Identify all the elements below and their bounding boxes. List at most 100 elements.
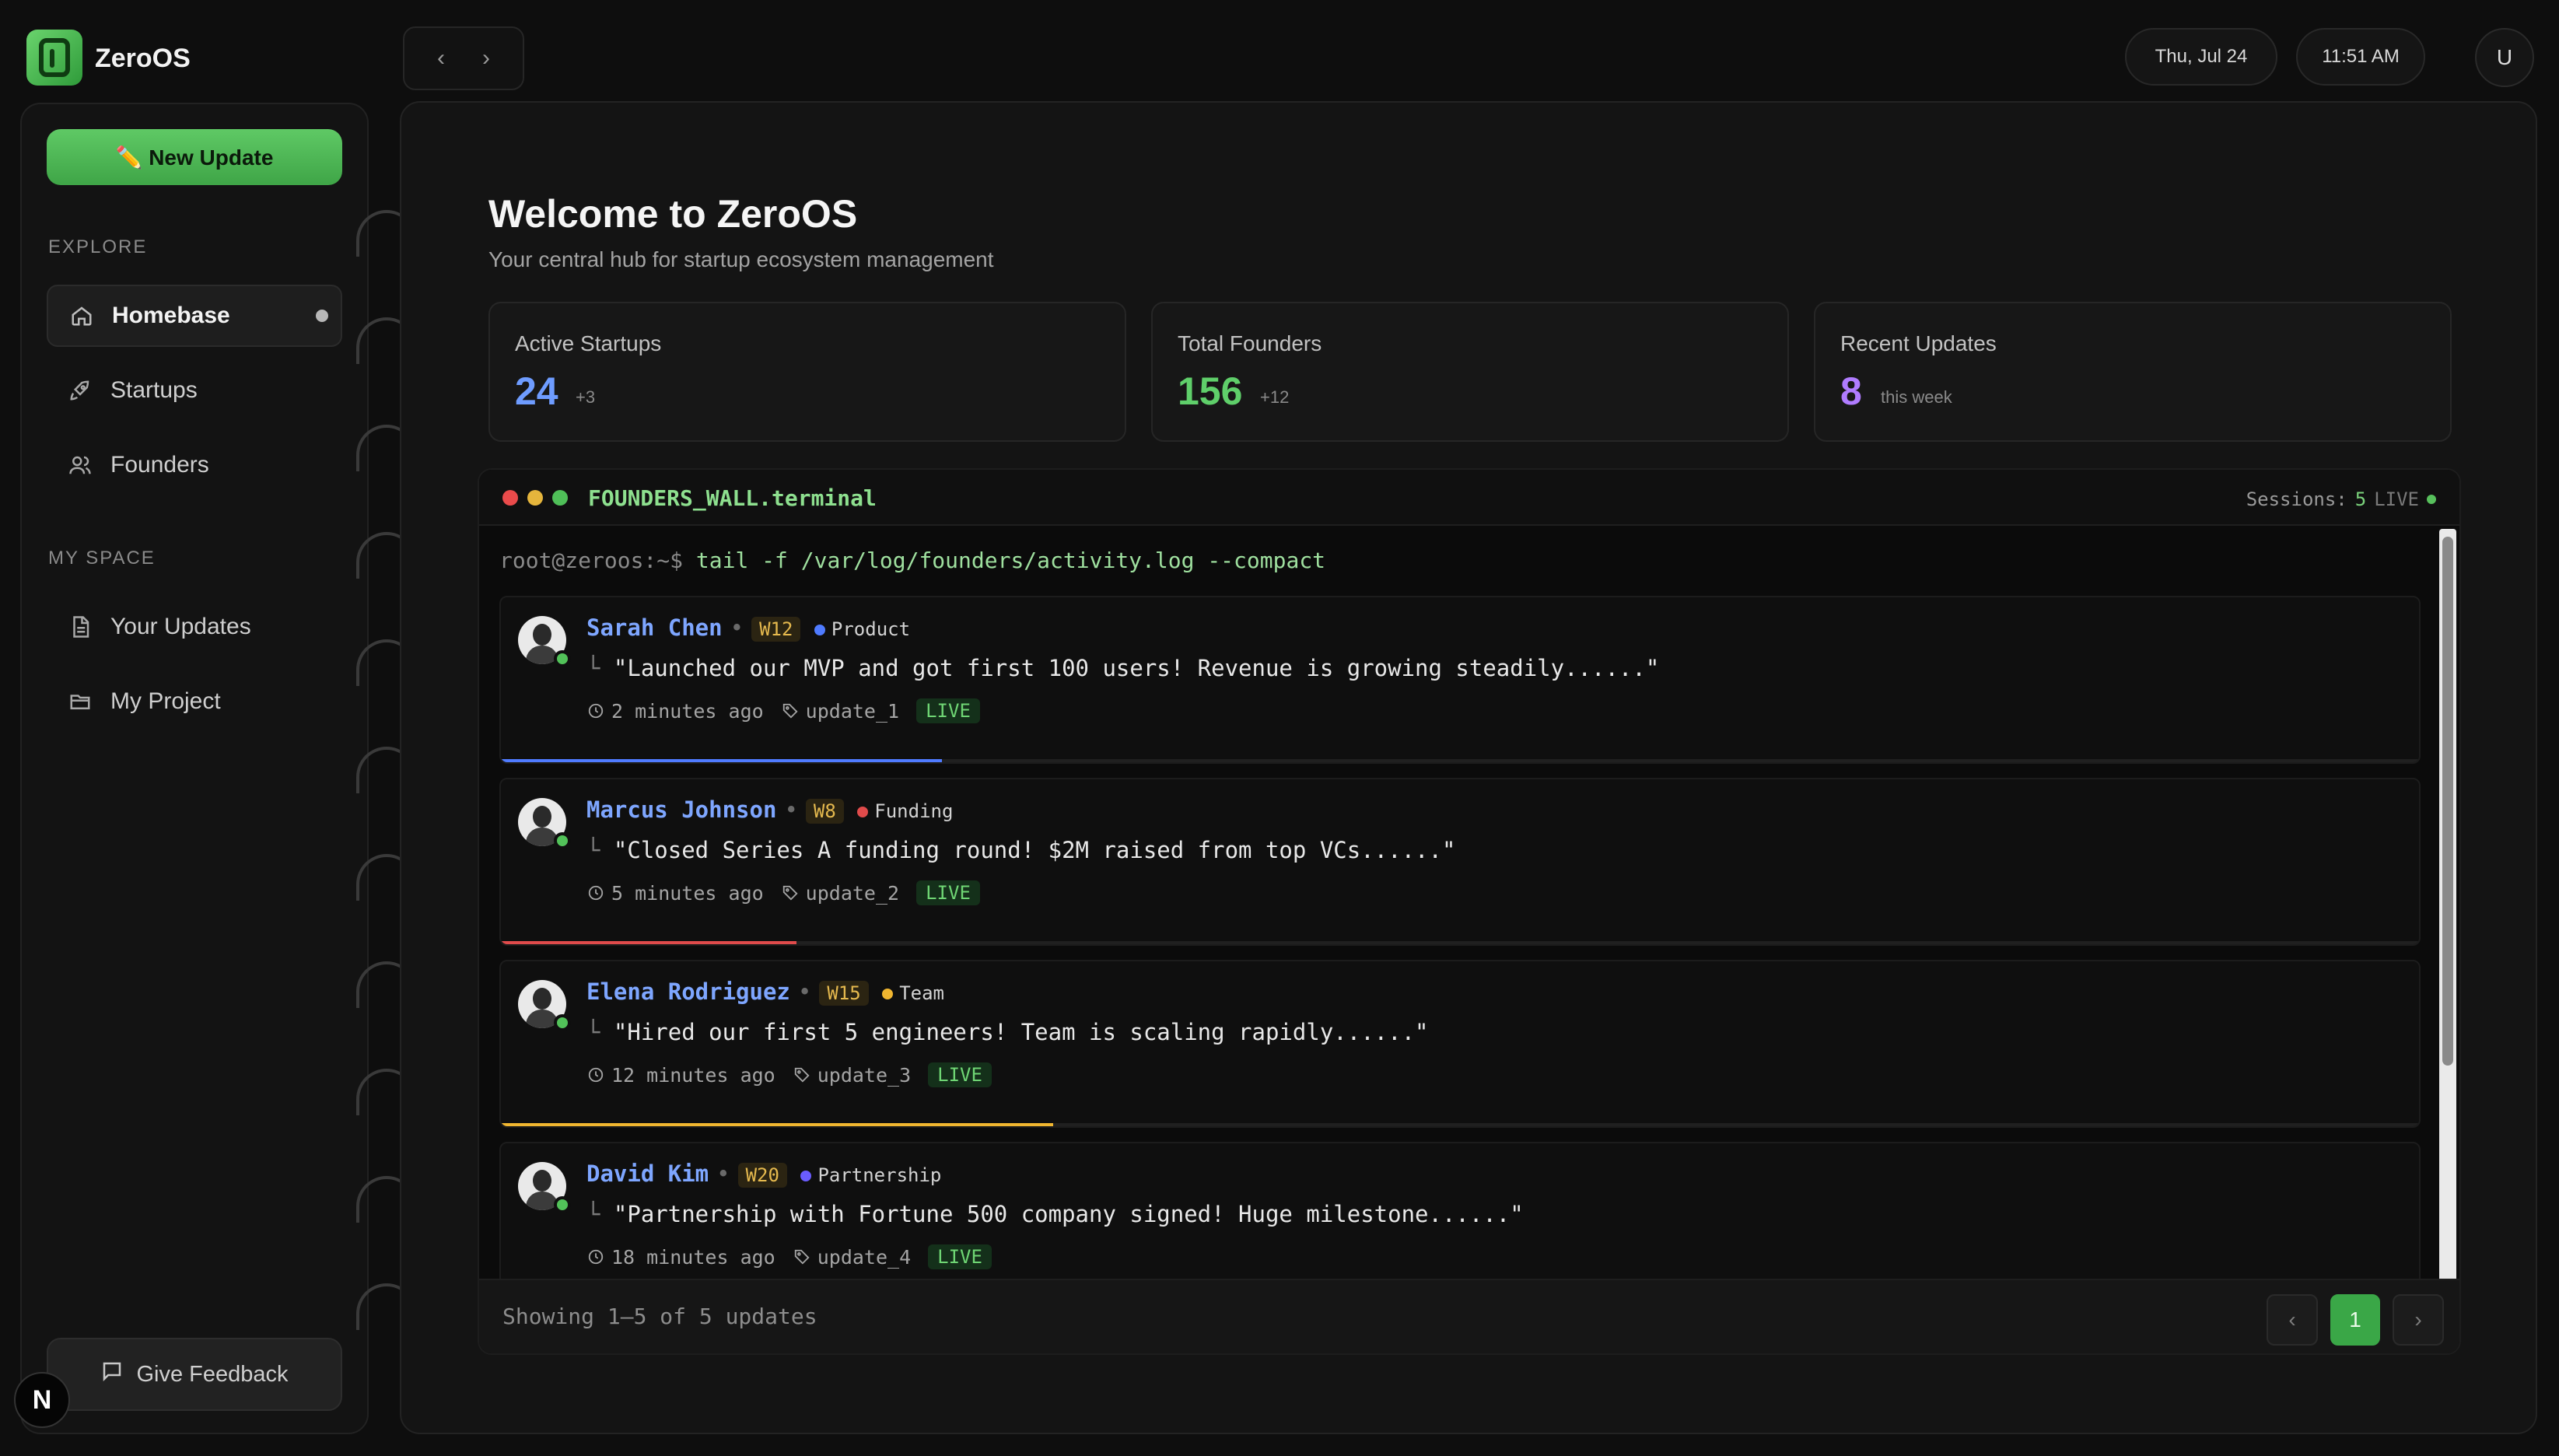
chevron-right-icon: › bbox=[482, 45, 490, 71]
date-pill: Thu, Jul 24 bbox=[2125, 28, 2277, 86]
stat-card-recent-updates: Recent Updates 8 this week bbox=[1814, 302, 2452, 442]
sidebar-item-startups[interactable]: Startups bbox=[47, 359, 342, 422]
terminal-header: FOUNDERS_WALL.terminal Sessions: 5 LIVE bbox=[479, 470, 2459, 526]
online-status-icon bbox=[554, 832, 571, 849]
live-badge: LIVE bbox=[916, 698, 980, 723]
entry-meta: 12 minutes ago update_3 LIVE bbox=[586, 1062, 992, 1087]
terminal-title: FOUNDERS_WALL.terminal bbox=[588, 485, 877, 511]
sessions-label: Sessions: bbox=[2246, 488, 2347, 510]
chevron-left-icon: ‹ bbox=[437, 45, 445, 71]
progress-fill bbox=[501, 941, 796, 944]
scroll-thumb[interactable] bbox=[2442, 537, 2453, 1066]
user-avatar-button[interactable]: U bbox=[2475, 28, 2534, 87]
stat-label: Active Startups bbox=[515, 331, 662, 355]
forward-button[interactable]: › bbox=[467, 39, 506, 78]
sidebar-item-your-updates[interactable]: Your Updates bbox=[47, 596, 342, 658]
sidebar-item-founders[interactable]: Founders bbox=[47, 434, 342, 496]
activity-entry[interactable]: Elena Rodriguez • W15 Team └ "Hired our fi… bbox=[499, 960, 2421, 1128]
clock-icon bbox=[586, 1066, 605, 1084]
sessions-live: LIVE bbox=[2374, 488, 2419, 510]
rocket-icon bbox=[67, 377, 93, 404]
folder-icon bbox=[67, 688, 93, 715]
command: tail -f /var/log/founders/activity.log -… bbox=[695, 548, 1326, 573]
tag-icon bbox=[781, 702, 800, 720]
entry-progress bbox=[501, 1123, 2419, 1126]
prev-page-button[interactable]: ‹ bbox=[2267, 1294, 2318, 1346]
explore-section-title: EXPLORE bbox=[48, 236, 148, 257]
sidebar-item-my-project[interactable]: My Project bbox=[47, 670, 342, 733]
online-status-icon bbox=[554, 650, 571, 667]
entry-message: └ "Launched our MVP and got first 100 us… bbox=[586, 655, 1660, 681]
entry-tag: update_3 bbox=[817, 1063, 912, 1087]
founder-name[interactable]: Marcus Johnson bbox=[586, 796, 776, 823]
sidebar-item-label: Your Updates bbox=[110, 614, 251, 639]
terminal-scrollbar[interactable] bbox=[2439, 529, 2456, 1282]
new-update-button[interactable]: ✏️ New Update bbox=[47, 129, 342, 185]
week-badge: W12 bbox=[751, 617, 801, 642]
sidebar-item-homebase[interactable]: Homebase bbox=[47, 285, 342, 347]
category-dot-icon bbox=[857, 807, 869, 817]
live-badge: LIVE bbox=[916, 880, 980, 905]
tag-icon bbox=[781, 884, 800, 902]
founders-terminal: FOUNDERS_WALL.terminal Sessions: 5 LIVE … bbox=[478, 468, 2461, 1355]
stat-value: 156 bbox=[1178, 369, 1243, 413]
stat-card-active-startups: Active Startups 24 +3 bbox=[488, 302, 1126, 442]
page-1-button[interactable]: 1 bbox=[2330, 1294, 2380, 1346]
chat-icon bbox=[100, 1360, 124, 1389]
entry-header: David Kim • W20 Partnership bbox=[586, 1160, 942, 1188]
terminal-footer: Showing 1–5 of 5 updates ‹ 1 › bbox=[479, 1279, 2459, 1353]
founder-name[interactable]: David Kim bbox=[586, 1160, 709, 1187]
prompt: root@zeroos:~$ bbox=[499, 548, 684, 573]
stat-value: 8 bbox=[1840, 369, 1862, 413]
stat-delta: +12 bbox=[1260, 387, 1290, 407]
stat-label: Recent Updates bbox=[1840, 331, 1997, 355]
category-dot-icon bbox=[814, 625, 825, 635]
page-subtitle: Your central hub for startup ecosystem m… bbox=[488, 247, 994, 271]
entry-time: 5 minutes ago bbox=[611, 881, 764, 905]
activity-entry[interactable]: Marcus Johnson • W8 Funding └ "Closed Seri… bbox=[499, 778, 2421, 946]
entry-time: 12 minutes ago bbox=[611, 1063, 775, 1087]
clock-icon bbox=[586, 702, 605, 720]
dev-badge[interactable]: N bbox=[14, 1372, 70, 1428]
users-icon bbox=[67, 452, 93, 478]
sidebar-item-label: Startups bbox=[110, 377, 198, 403]
entry-tag: update_1 bbox=[805, 699, 900, 723]
message-text: "Partnership with Fortune 500 company si… bbox=[613, 1201, 1524, 1227]
live-badge: LIVE bbox=[928, 1244, 992, 1269]
founder-name[interactable]: Elena Rodriguez bbox=[586, 978, 790, 1005]
entry-meta: 2 minutes ago update_1 LIVE bbox=[586, 698, 980, 723]
entry-message: └ "Partnership with Fortune 500 company … bbox=[586, 1201, 1524, 1227]
sidebar-item-label: Homebase bbox=[112, 303, 230, 328]
live-badge: LIVE bbox=[928, 1062, 992, 1087]
myspace-section-title: MY SPACE bbox=[48, 548, 156, 569]
back-button[interactable]: ‹ bbox=[422, 39, 460, 78]
founder-name[interactable]: Sarah Chen bbox=[586, 614, 723, 641]
sidebar-item-label: Founders bbox=[110, 452, 209, 478]
minimize-dot[interactable] bbox=[527, 490, 543, 506]
activity-entry[interactable]: Sarah Chen • W12 Product └ "Launched our M… bbox=[499, 596, 2421, 764]
chevron-right-icon: › bbox=[2414, 1307, 2422, 1332]
week-badge: W8 bbox=[805, 799, 844, 824]
entry-message: └ "Closed Series A funding round! $2M ra… bbox=[586, 837, 1456, 863]
app-name: ZeroOS bbox=[95, 44, 191, 73]
close-dot[interactable] bbox=[502, 490, 518, 506]
pagination-summary: Showing 1–5 of 5 updates bbox=[502, 1304, 817, 1329]
entry-time: 2 minutes ago bbox=[611, 699, 764, 723]
stat-delta: this week bbox=[1881, 387, 1952, 407]
entry-message: └ "Hired our first 5 engineers! Team is … bbox=[586, 1019, 1429, 1045]
week-badge: W20 bbox=[737, 1163, 787, 1188]
document-icon bbox=[67, 614, 93, 640]
sidebar: ✏️ New Update EXPLORE Homebase Startups … bbox=[20, 103, 369, 1434]
feedback-label: Give Feedback bbox=[136, 1361, 289, 1387]
stat-delta: +3 bbox=[576, 387, 596, 407]
next-page-button[interactable]: › bbox=[2393, 1294, 2444, 1346]
entry-header: Sarah Chen • W12 Product bbox=[586, 614, 911, 642]
online-status-icon bbox=[554, 1196, 571, 1213]
category-label: Product bbox=[831, 618, 911, 640]
maximize-dot[interactable] bbox=[552, 490, 568, 506]
live-dot-icon bbox=[2427, 495, 2436, 504]
message-text: "Closed Series A funding round! $2M rais… bbox=[613, 837, 1456, 863]
sessions-indicator: Sessions: 5 LIVE bbox=[2246, 488, 2436, 510]
give-feedback-button[interactable]: Give Feedback bbox=[47, 1338, 342, 1411]
message-text: "Hired our first 5 engineers! Team is sc… bbox=[613, 1019, 1429, 1045]
